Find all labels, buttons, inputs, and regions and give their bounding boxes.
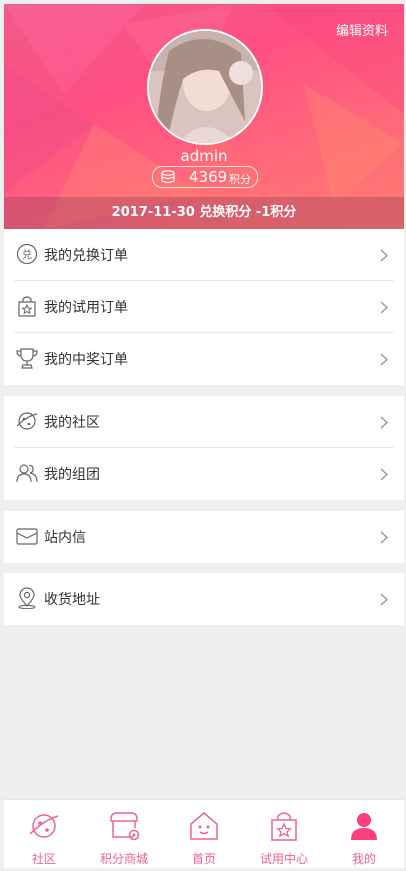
home-icon — [190, 812, 218, 840]
community-group: 我的社区 我的组团 — [4, 396, 404, 500]
menu-item-trial-orders[interactable]: 我的试用订单 — [4, 281, 404, 333]
menu-item-address[interactable]: 收货地址 — [4, 573, 404, 625]
tab-home[interactable]: 首页 — [164, 800, 244, 868]
users-icon — [16, 464, 38, 483]
points-unit: 积分 — [229, 173, 251, 186]
tab-label: 首页 — [191, 852, 216, 866]
chevron-right-icon — [380, 593, 388, 606]
planet-icon — [16, 412, 38, 430]
shopping-bag-star-icon — [18, 296, 36, 317]
svg-text:兑: 兑 — [22, 248, 32, 261]
menu-label: 我的兑换订单 — [44, 248, 128, 264]
menu-item-exchange-orders[interactable]: 兑 我的兑换订单 — [4, 229, 404, 281]
exchange-icon: 兑 — [16, 243, 38, 265]
menu-item-prize-orders[interactable]: 我的中奖订单 — [4, 333, 404, 385]
profile-header: 编辑资料 admin 4369 积分 2017-11-30 兑换积分 -1积分 — [4, 4, 404, 229]
chevron-right-icon — [380, 353, 388, 366]
trophy-icon — [16, 348, 38, 369]
avatar[interactable] — [147, 29, 263, 145]
tab-community[interactable]: 社区 — [4, 800, 84, 868]
tab-label: 积分商城 — [99, 852, 148, 866]
points-badge: 4369 积分 — [152, 166, 258, 188]
chevron-right-icon — [380, 531, 388, 544]
menu-label: 我的试用订单 — [44, 300, 128, 316]
coins-icon — [161, 170, 175, 184]
chevron-right-icon — [380, 416, 388, 429]
menu-item-group[interactable]: 我的组团 — [4, 448, 404, 500]
user-icon — [351, 813, 377, 840]
bottom-tab-bar: 社区 积分商城 首页 试用中心 我的 — [4, 799, 404, 868]
menu-label: 站内信 — [44, 530, 86, 546]
chevron-right-icon — [380, 301, 388, 314]
location-pin-icon — [18, 587, 36, 609]
points-value: 4369 — [189, 168, 228, 186]
menu-item-community[interactable]: 我的社区 — [4, 396, 404, 448]
planet-icon — [29, 814, 59, 838]
menu-label: 收货地址 — [44, 592, 100, 608]
messages-group: 站内信 — [4, 511, 404, 563]
tab-mine[interactable]: 我的 — [324, 800, 404, 868]
avatar-image — [149, 31, 261, 143]
tab-label: 我的 — [351, 852, 376, 866]
orders-group: 兑 我的兑换订单 我的试用订单 我的中奖订单 — [4, 229, 404, 385]
mail-icon — [16, 528, 38, 545]
menu-item-messages[interactable]: 站内信 — [4, 511, 404, 563]
chevron-right-icon — [380, 468, 388, 481]
address-group: 收货地址 — [4, 573, 404, 625]
menu-label: 我的中奖订单 — [44, 352, 128, 368]
shop-icon — [110, 812, 140, 841]
tab-label: 试用中心 — [259, 852, 308, 866]
shopping-bag-star-icon — [271, 812, 297, 841]
tab-points-mall[interactable]: 积分商城 — [84, 800, 164, 868]
edit-profile-button[interactable]: 编辑资料 — [336, 20, 388, 39]
username: admin — [180, 147, 228, 165]
menu-label: 我的社区 — [44, 415, 100, 431]
tab-label: 社区 — [31, 852, 56, 866]
points-notice: 2017-11-30 兑换积分 -1积分 — [4, 197, 404, 229]
chevron-right-icon — [380, 249, 388, 262]
menu-label: 我的组团 — [44, 467, 100, 483]
tab-trial-center[interactable]: 试用中心 — [244, 800, 324, 868]
